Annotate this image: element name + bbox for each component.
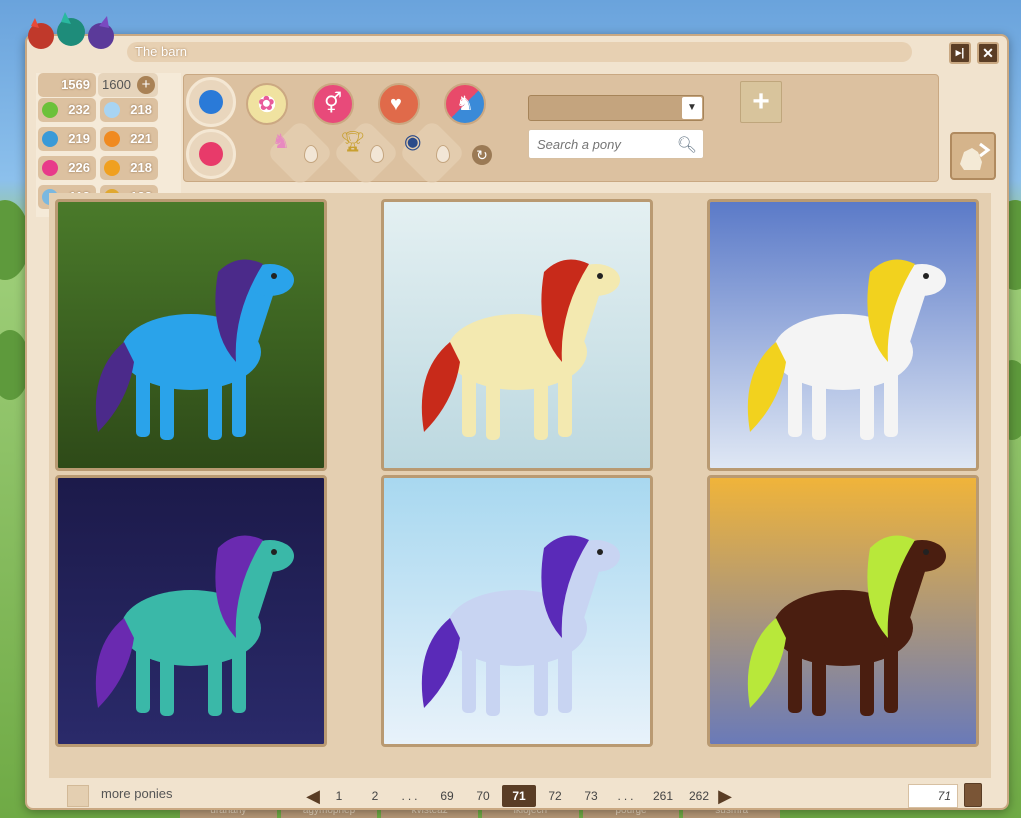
filter-gender[interactable]: ⚥ xyxy=(312,83,354,125)
tab-folder[interactable] xyxy=(186,77,236,127)
tab-favorites[interactable] xyxy=(186,129,236,179)
paw-orange-icon xyxy=(104,160,120,176)
trophy-icon: 🏆︎ xyxy=(340,131,366,153)
stat-value: 218 xyxy=(130,102,152,117)
search-icon[interactable]: 🔍︎ xyxy=(677,135,697,155)
close-button[interactable]: ✕ xyxy=(977,42,999,64)
prev-page-icon[interactable]: ◀ xyxy=(305,784,321,808)
slot-eye[interactable] xyxy=(398,119,466,187)
filter-breed[interactable]: ♞ xyxy=(444,83,486,125)
currency-main-value: 1569 xyxy=(61,77,90,92)
pony-card[interactable] xyxy=(707,475,979,747)
page-link[interactable]: 73 xyxy=(573,785,609,807)
creatures-logo xyxy=(28,12,114,49)
search-input[interactable] xyxy=(537,130,677,158)
page-link[interactable]: 1 xyxy=(321,785,357,807)
refresh-icon[interactable]: ↻ xyxy=(472,145,492,165)
pagination: ◀ 1 2... 69 70 71 72 73... 261 262 ▶ xyxy=(305,784,733,808)
pony-image xyxy=(384,478,650,744)
currency-main: 1569 xyxy=(38,73,96,97)
pony-card[interactable] xyxy=(707,199,979,471)
next-page-icon[interactable]: ▶ xyxy=(717,784,733,808)
drop-icon xyxy=(304,145,318,163)
stat-value: 226 xyxy=(68,160,90,175)
unicorn-icon: ♞ xyxy=(272,131,290,153)
slot-trophy[interactable] xyxy=(332,119,400,187)
stat-fire: 221 xyxy=(100,127,158,151)
collapse-button[interactable]: ▸| xyxy=(949,42,971,64)
filter-colors[interactable]: ✿ xyxy=(246,83,288,125)
stat-value: 221 xyxy=(130,131,152,146)
folder-star-icon xyxy=(199,90,223,114)
pony-card[interactable] xyxy=(55,199,327,471)
page-link[interactable]: 69 xyxy=(429,785,465,807)
stat-cloud: 218 xyxy=(100,98,158,122)
filter-select[interactable]: ▼ xyxy=(528,95,704,121)
heart-ring-icon: ♥ xyxy=(390,93,402,115)
page-number-input[interactable] xyxy=(908,784,958,808)
drop-icon xyxy=(436,145,450,163)
stat-paw-blue: 219 xyxy=(38,127,96,151)
search-field[interactable]: 🔍︎ xyxy=(528,129,704,159)
page-link[interactable]: 261 xyxy=(645,785,681,807)
stat-apple: 232 xyxy=(38,98,96,122)
go-page-button[interactable] xyxy=(964,783,982,807)
page-ellipsis: ... xyxy=(617,789,637,803)
pony-folder-icon xyxy=(960,142,991,170)
chevron-down-icon[interactable]: ▼ xyxy=(682,97,702,119)
cloud-icon xyxy=(104,102,120,118)
eye-icon: ◉ xyxy=(404,131,422,153)
currency-secondary-value: 1600 xyxy=(102,77,131,92)
stat-value: 219 xyxy=(68,131,90,146)
page-link[interactable]: 72 xyxy=(537,785,573,807)
slot-unicorn[interactable] xyxy=(266,119,334,187)
currency-secondary: 1600 + xyxy=(98,73,158,97)
buy-currency-icon[interactable]: + xyxy=(137,76,155,94)
filter-bar: ✿ ⚥ ♥ ♞ ♞ 🏆︎ ◉ ↻ ▼ 🔍︎ + xyxy=(183,74,939,187)
pony-image xyxy=(58,478,324,744)
paw-blue-icon xyxy=(42,131,58,147)
pony-head-icon: ♞ xyxy=(456,93,474,115)
stat-paw-orange: 218 xyxy=(100,156,158,180)
barn-window: The barn ▸| ✕ 1569 1600 + 232 218 219 221 22… xyxy=(25,12,1009,810)
pony-image xyxy=(710,202,976,468)
pony-card[interactable] xyxy=(381,475,653,747)
stat-heart: 226 xyxy=(38,156,96,180)
stat-value: 218 xyxy=(130,160,152,175)
page-ellipsis: ... xyxy=(401,789,421,803)
pony-gallery xyxy=(49,193,991,778)
fire-icon xyxy=(104,131,120,147)
pony-image xyxy=(384,202,650,468)
stat-value: 232 xyxy=(68,102,90,117)
page-link[interactable]: 2 xyxy=(357,785,393,807)
heart-icon xyxy=(42,160,58,176)
window-title: The barn xyxy=(127,42,912,62)
pony-card[interactable] xyxy=(55,475,327,747)
drop-icon xyxy=(370,145,384,163)
more-ponies-checkbox[interactable] xyxy=(67,785,89,807)
more-ponies-label: more ponies xyxy=(101,786,173,801)
filter-love[interactable]: ♥ xyxy=(378,83,420,125)
star-badge-icon xyxy=(199,142,223,166)
flower-icon: ✿ xyxy=(258,93,275,115)
page-link[interactable]: 262 xyxy=(681,785,717,807)
apple-icon xyxy=(42,102,58,118)
pony-image xyxy=(710,478,976,744)
gender-icon: ⚥ xyxy=(324,93,343,115)
pony-card[interactable] xyxy=(381,199,653,471)
pony-image xyxy=(58,202,324,468)
folder-pony-button[interactable] xyxy=(950,132,996,180)
add-button[interactable]: + xyxy=(740,81,782,123)
page-link[interactable]: 70 xyxy=(465,785,501,807)
page-link[interactable]: 71 xyxy=(502,785,536,807)
